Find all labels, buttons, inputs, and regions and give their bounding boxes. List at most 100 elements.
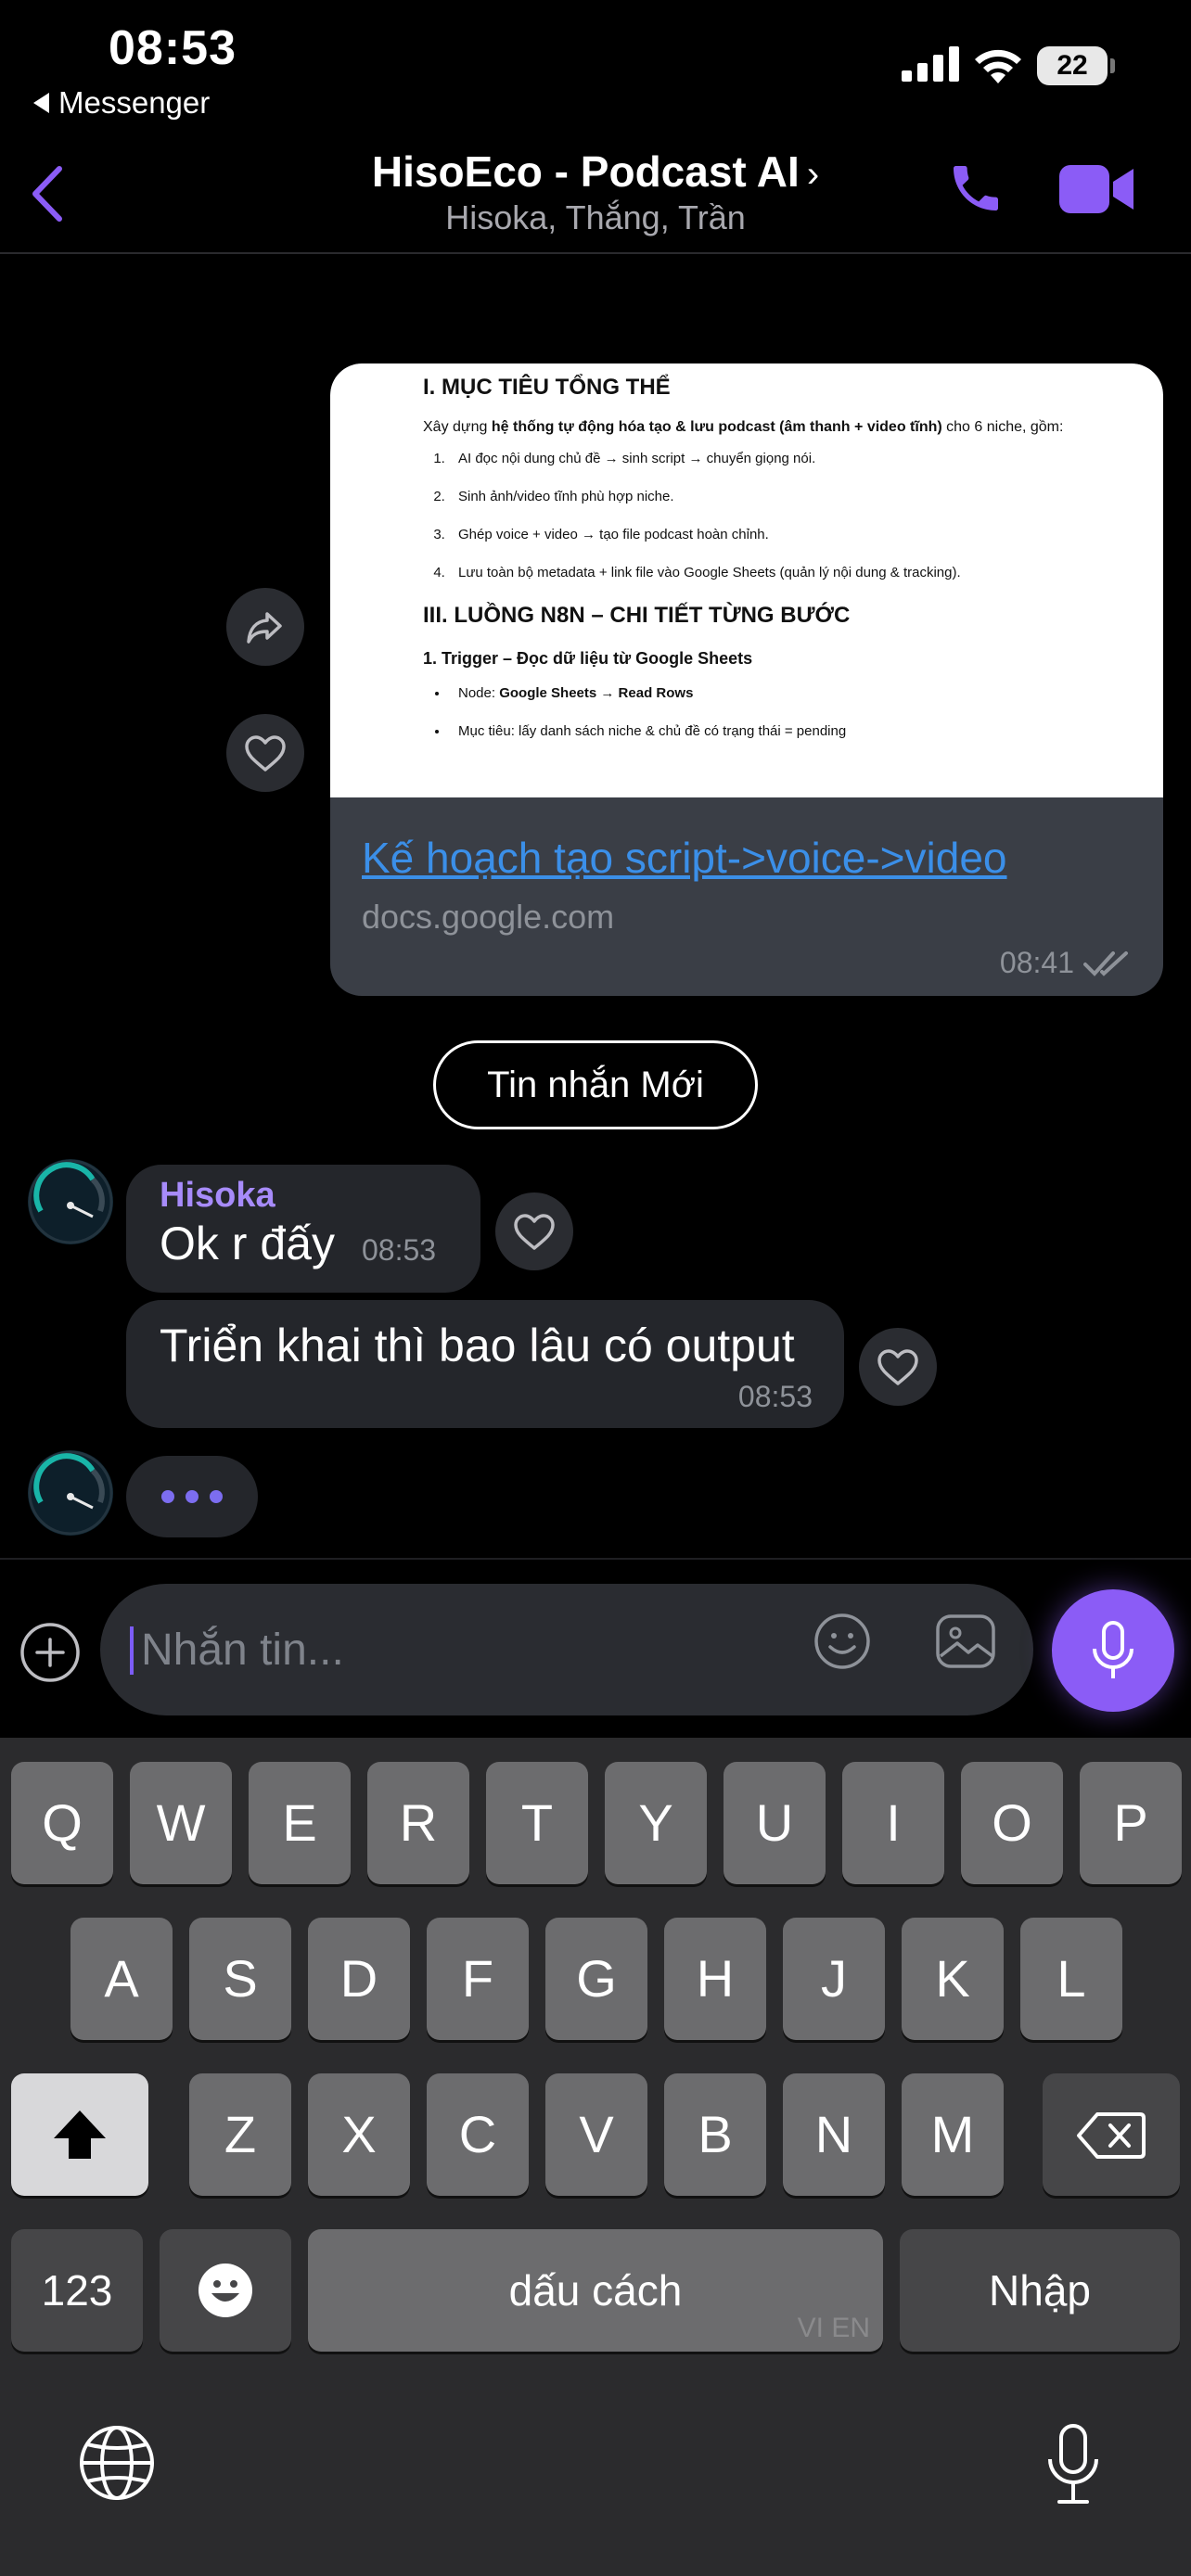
wifi-icon xyxy=(975,49,1021,83)
read-double-check-icon xyxy=(1083,950,1128,976)
phone-icon[interactable] xyxy=(946,158,1005,219)
doc-step: AI đọc nội dung chủ đề → sinh script → c… xyxy=(449,451,1126,466)
status-time: 08:53 xyxy=(109,21,237,75)
doc-step: Sinh ảnh/video tĩnh phù hợp niche. xyxy=(449,489,1126,504)
avatar[interactable] xyxy=(28,1159,113,1244)
doc-step: Ghép voice + video → tạo file podcast ho… xyxy=(449,527,1126,542)
return-key[interactable]: Nhập xyxy=(900,2229,1180,2352)
typing-dot xyxy=(161,1490,174,1503)
sender-name: Hisoka xyxy=(160,1176,275,1215)
globe-icon[interactable] xyxy=(78,2424,156,2502)
typing-dot xyxy=(186,1490,198,1503)
conversation-members: Hisoka, Thắng, Trần xyxy=(445,198,746,236)
react-heart-button[interactable] xyxy=(495,1192,573,1270)
key-h[interactable]: H xyxy=(664,1918,766,2040)
voice-record-button[interactable] xyxy=(1052,1589,1174,1712)
space-key-label: dấu cách xyxy=(508,2266,683,2315)
message-input[interactable]: Nhắn tin... xyxy=(100,1584,1033,1715)
battery-icon: 22 xyxy=(1037,46,1115,85)
key-k[interactable]: K xyxy=(902,1918,1004,2040)
gallery-image-icon[interactable] xyxy=(935,1613,996,1669)
key-u[interactable]: U xyxy=(724,1762,826,1884)
avatar[interactable] xyxy=(28,1450,113,1536)
space-key[interactable]: dấu cách VI EN xyxy=(308,2229,883,2352)
emoji-icon[interactable] xyxy=(813,1612,872,1671)
numbers-key[interactable]: 123 xyxy=(11,2229,143,2352)
back-to-app-link[interactable]: Messenger xyxy=(33,85,210,121)
typing-dot xyxy=(210,1490,223,1503)
forward-share-icon xyxy=(247,612,282,644)
composer-divider xyxy=(0,1558,1191,1560)
react-heart-button[interactable] xyxy=(859,1328,937,1406)
heart-icon xyxy=(514,1214,555,1250)
keyboard: Q W E R T Y U I O P A S D F G H J K L Z … xyxy=(0,1738,1191,2576)
backspace-icon xyxy=(1077,2112,1146,2159)
key-g[interactable]: G xyxy=(545,1918,647,2040)
heart-icon xyxy=(245,735,286,772)
message-input-placeholder: Nhắn tin... xyxy=(141,1626,344,1675)
message-bubble[interactable]: Triển khai thì bao lâu có output 08:53 xyxy=(126,1300,844,1428)
key-w[interactable]: W xyxy=(130,1762,232,1884)
typing-indicator xyxy=(126,1456,258,1537)
key-o[interactable]: O xyxy=(961,1762,1063,1884)
dictation-microphone-icon[interactable] xyxy=(1044,2422,1102,2506)
cellular-signal-icon xyxy=(902,46,959,82)
speedometer-avatar-icon xyxy=(28,1450,113,1536)
key-p[interactable]: P xyxy=(1080,1762,1182,1884)
conversation-title[interactable]: HisoEco - Podcast AI › xyxy=(0,147,1191,197)
shared-link-card[interactable]: I. MỤC TIÊU TỔNG THỂ Xây dựng hệ thống t… xyxy=(330,363,1163,996)
key-v[interactable]: V xyxy=(545,2073,647,2196)
react-heart-button[interactable] xyxy=(226,714,304,792)
header-divider xyxy=(0,252,1191,254)
key-c[interactable]: C xyxy=(427,2073,529,2196)
message-time: 08:53 xyxy=(362,1233,437,1267)
key-e[interactable]: E xyxy=(249,1762,351,1884)
link-title[interactable]: Kế hoạch tạo script->voice->video xyxy=(362,833,1007,883)
back-triangle-icon xyxy=(33,93,49,113)
key-l[interactable]: L xyxy=(1020,1918,1122,2040)
doc-heading-3: 1. Trigger – Đọc dữ liệu từ Google Sheet… xyxy=(423,649,753,668)
key-m[interactable]: M xyxy=(902,2073,1004,2196)
message-bubble[interactable]: Hisoka Ok r đấy 08:53 xyxy=(126,1165,480,1293)
link-message-time: 08:41 xyxy=(1000,946,1132,980)
add-attachment-icon[interactable] xyxy=(17,1619,83,1686)
forward-button[interactable] xyxy=(226,588,304,666)
new-messages-divider: Tin nhắn Mới xyxy=(433,1040,758,1129)
key-z[interactable]: Z xyxy=(189,2073,291,2196)
battery-level: 22 xyxy=(1037,46,1108,85)
key-t[interactable]: T xyxy=(486,1762,588,1884)
key-n[interactable]: N xyxy=(783,2073,885,2196)
message-text: Triển khai thì bao lâu có output xyxy=(160,1320,795,1371)
key-d[interactable]: D xyxy=(308,1918,410,2040)
key-q[interactable]: Q xyxy=(11,1762,113,1884)
doc-bullet: Mục tiêu: lấy danh sách niche & chủ đề c… xyxy=(449,723,1126,739)
doc-preview-image: I. MỤC TIÊU TỔNG THỂ Xây dựng hệ thống t… xyxy=(330,363,1163,797)
message-text: Ok r đấy xyxy=(160,1218,335,1269)
language-hint: VI EN xyxy=(797,2313,870,2343)
key-f[interactable]: F xyxy=(427,1918,529,2040)
shift-key[interactable] xyxy=(11,2073,148,2196)
key-b[interactable]: B xyxy=(664,2073,766,2196)
message-time: 08:53 xyxy=(737,1380,813,1413)
key-s[interactable]: S xyxy=(189,1918,291,2040)
shift-arrow-icon xyxy=(54,2111,106,2159)
backspace-key[interactable] xyxy=(1043,2073,1180,2196)
key-y[interactable]: Y xyxy=(605,1762,707,1884)
doc-heading-2: III. LUỒNG N8N – CHI TIẾT TỪNG BƯỚC xyxy=(423,603,851,628)
emoji-keyboard-icon xyxy=(198,2264,252,2317)
key-x[interactable]: X xyxy=(308,2073,410,2196)
key-a[interactable]: A xyxy=(70,1918,173,2040)
doc-step: Lưu toàn bộ metadata + link file vào Goo… xyxy=(449,565,1126,580)
link-domain: docs.google.com xyxy=(362,898,615,936)
doc-bullets: Node: Google Sheets → Read Rows Mục tiêu… xyxy=(423,685,1126,739)
video-call-icon[interactable] xyxy=(1059,163,1135,215)
key-i[interactable]: I xyxy=(842,1762,944,1884)
emoji-key[interactable] xyxy=(160,2229,291,2352)
microphone-icon xyxy=(1093,1621,1133,1678)
key-r[interactable]: R xyxy=(367,1762,469,1884)
key-j[interactable]: J xyxy=(783,1918,885,2040)
text-caret xyxy=(130,1626,134,1675)
conversation-title-text: HisoEco - Podcast AI xyxy=(371,147,800,196)
speedometer-avatar-icon xyxy=(28,1159,113,1244)
back-app-label: Messenger xyxy=(58,85,211,120)
